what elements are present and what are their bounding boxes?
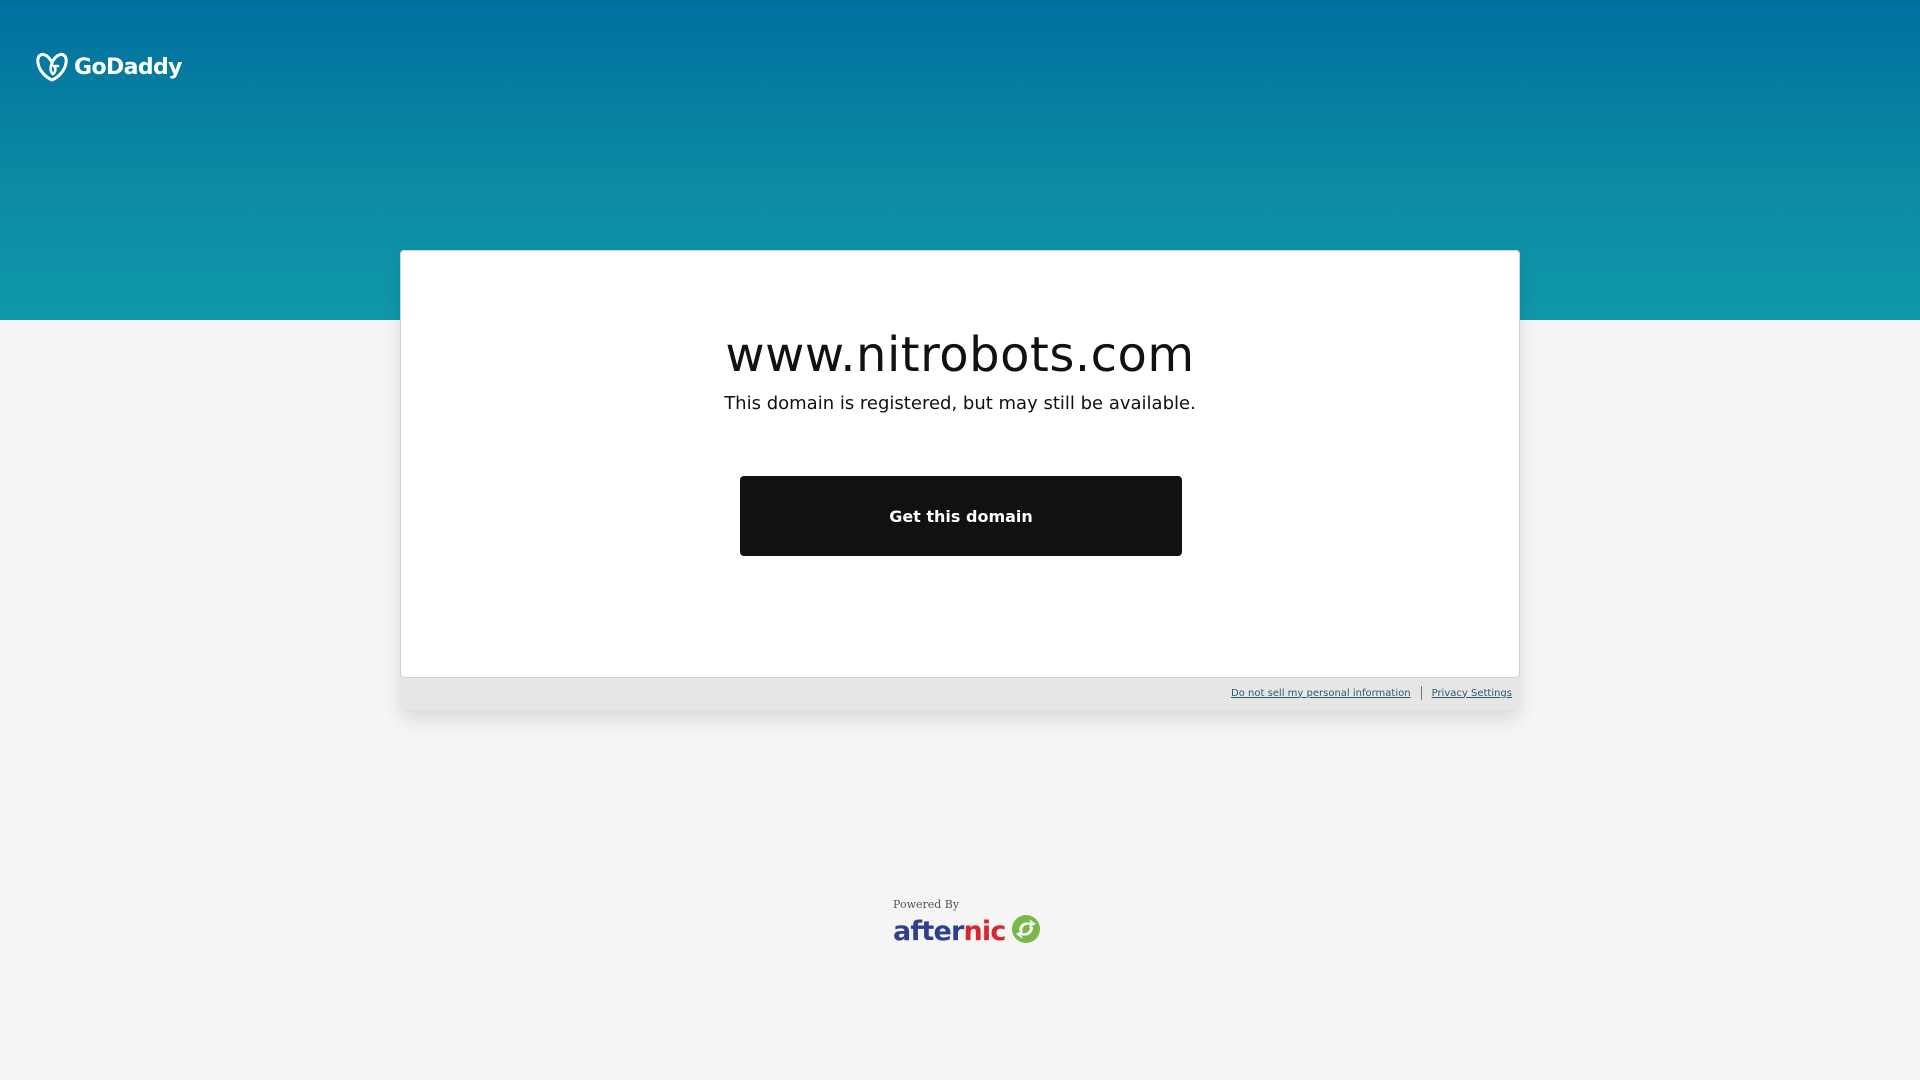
domain-status-text: This domain is registered, but may still… <box>724 393 1196 414</box>
powered-by-label: Powered By <box>893 898 960 911</box>
legal-links: Do not sell my personal information Priv… <box>1231 686 1512 700</box>
powered-by-block: Powered By afternic <box>893 898 1042 949</box>
domain-title: www.nitrobots.com <box>725 327 1195 383</box>
legal-divider <box>1420 686 1422 700</box>
godaddy-wordmark: GoDaddy <box>74 54 183 80</box>
get-domain-button[interactable]: Get this domain <box>740 476 1182 556</box>
afternic-arrows-icon <box>1010 913 1042 949</box>
godaddy-heart-icon <box>36 52 68 82</box>
domain-card-container: www.nitrobots.com This domain is registe… <box>400 250 1520 710</box>
afternic-logo[interactable]: afternic <box>893 913 1042 949</box>
afternic-wordmark-part1: after <box>893 915 964 947</box>
do-not-sell-link[interactable]: Do not sell my personal information <box>1231 688 1411 699</box>
afternic-wordmark-part2: nic <box>963 915 1007 947</box>
domain-card: www.nitrobots.com This domain is registe… <box>400 250 1520 678</box>
privacy-settings-link[interactable]: Privacy Settings <box>1432 688 1512 699</box>
afternic-wordmark: afternic <box>893 918 1006 945</box>
godaddy-logo[interactable]: GoDaddy <box>36 52 183 82</box>
